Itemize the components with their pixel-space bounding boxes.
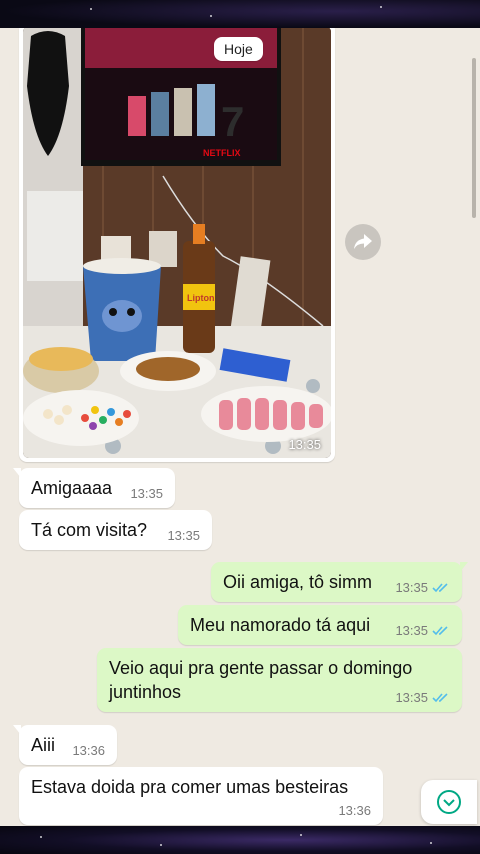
message-incoming[interactable]: Amigaaaa 13:35 [13,468,175,508]
message-outgoing[interactable]: Veio aqui pra gente passar o domingo jun… [97,648,462,712]
date-separator: Hoje [214,37,263,61]
message-text: Amigaaaa [31,478,113,498]
message-time: 13:35 [130,486,163,501]
shared-photo[interactable]: 7 NETFLIX Lipton 13:35 [23,28,331,458]
message-text: Meu namorado tá aqui [190,615,371,635]
scroll-to-bottom-button[interactable] [421,780,477,824]
forward-arrow-icon [354,234,372,249]
message-time: 13:35 [395,623,450,638]
svg-text:7: 7 [221,98,244,145]
scrollbar[interactable] [472,58,476,218]
message-time: 13:35 [395,580,450,595]
wallpaper-top [0,0,480,28]
message-time: 13:36 [338,803,371,818]
message-text: Veio aqui pra gente passar o domingo jun… [109,658,413,702]
message-incoming[interactable]: Estava doida pra comer umas besteiras 13… [19,767,383,825]
wallpaper-bottom [0,826,480,854]
chevron-down-circle-icon [437,790,461,814]
message-outgoing[interactable]: Oii amiga, tô simm 13:35 [211,562,468,602]
tv-brand-text: NETFLIX [203,148,241,158]
message-time: 13:36 [72,743,105,758]
double-check-icon [432,625,448,635]
chat-area[interactable]: 7 NETFLIX Lipton 13:35 Hoje Amigaaaa 13:… [0,28,480,826]
bottle-brand-text: Lipton [187,293,215,303]
message-text: Aiii [31,735,56,755]
message-incoming[interactable]: Tá com visita? 13:35 [19,510,212,550]
message-incoming[interactable]: Aiii 13:36 [13,725,117,765]
message-outgoing[interactable]: Meu namorado tá aqui 13:35 [178,605,462,645]
message-text: Estava doida pra comer umas besteiras [31,777,349,797]
double-check-icon [432,582,448,592]
message-text: Oii amiga, tô simm [223,572,373,592]
message-time: 13:35 [395,690,450,705]
living-room-snacks-image: 7 NETFLIX Lipton [23,28,331,458]
photo-message[interactable]: 7 NETFLIX Lipton 13:35 [19,28,335,462]
message-text: Tá com visita? [31,520,148,540]
message-time: 13:35 [167,528,200,543]
photo-timestamp: 13:35 [288,437,321,452]
double-check-icon [432,692,448,702]
forward-button[interactable] [345,224,381,260]
